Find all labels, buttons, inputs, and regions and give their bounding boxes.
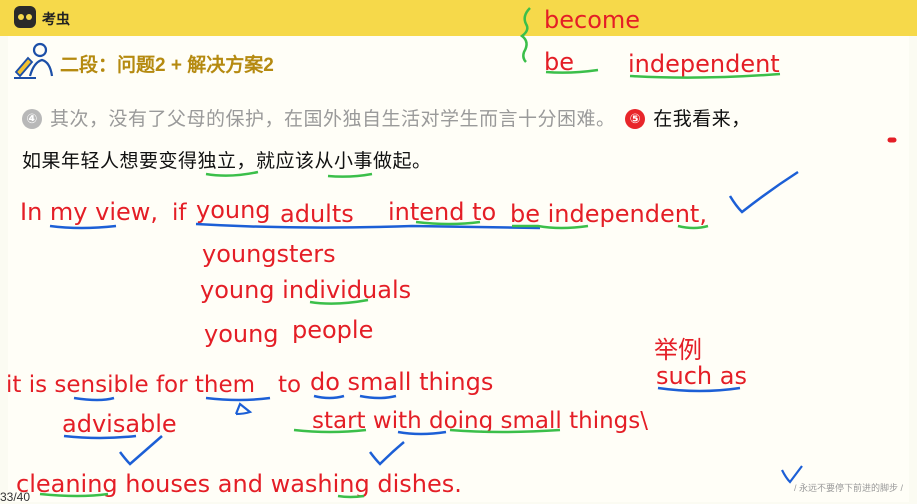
sentence-5-text-b: 如果年轻人想要变得独立，就应该从小事做起。: [22, 151, 432, 172]
note-adults: adults: [280, 200, 354, 228]
note-independent: independent: [628, 50, 780, 78]
note-people: people: [292, 316, 374, 344]
note-if: if: [172, 200, 187, 226]
note-young-2: young: [204, 320, 279, 348]
note-in-my-view: In my view,: [20, 198, 159, 226]
note-be: be: [544, 48, 574, 76]
writing-person-icon: [14, 42, 54, 79]
top-bar: 考虫: [0, 0, 917, 36]
note-young-individuals: young individuals: [200, 276, 412, 304]
note-youngsters: youngsters: [202, 240, 336, 268]
sentence-4-number: ④: [22, 109, 42, 129]
note-example-cn: 举例: [654, 336, 702, 364]
note-cleaning: cleaning houses and washing dishes.: [16, 470, 462, 498]
note-intend-to: intend to: [388, 198, 497, 226]
note-such-as: such as: [656, 362, 747, 390]
footer-slogan: / 永远不要停下前进的脚步 /: [793, 483, 903, 493]
app-brand: 考虫: [42, 11, 70, 27]
sentence-5-number: ⑤: [625, 109, 646, 129]
note-advisable: advisable: [62, 410, 177, 438]
sentence-4: ④ 其次，没有了父母的保护，在国外独自生活对学生而言十分困难。 ⑤ 在我看来，: [22, 104, 751, 131]
note-do-small-things: do small things: [310, 368, 494, 396]
sentence-5-text-a: 在我看来，: [653, 109, 751, 130]
section-title: 二段：问题2 + 解决方案2: [60, 55, 274, 76]
note-young: young: [196, 196, 271, 224]
app-logo-icon: [14, 6, 36, 28]
note-be-independent: be independent,: [510, 200, 707, 228]
note-to: to: [278, 372, 302, 398]
sentence-4-text: 其次，没有了父母的保护，在国外独自生活对学生而言十分困难。: [50, 109, 616, 130]
note-it-is-sensible: it is sensible for them: [6, 372, 256, 398]
note-become: become: [544, 6, 641, 34]
note-start-with: start with doing small things\: [312, 408, 649, 434]
